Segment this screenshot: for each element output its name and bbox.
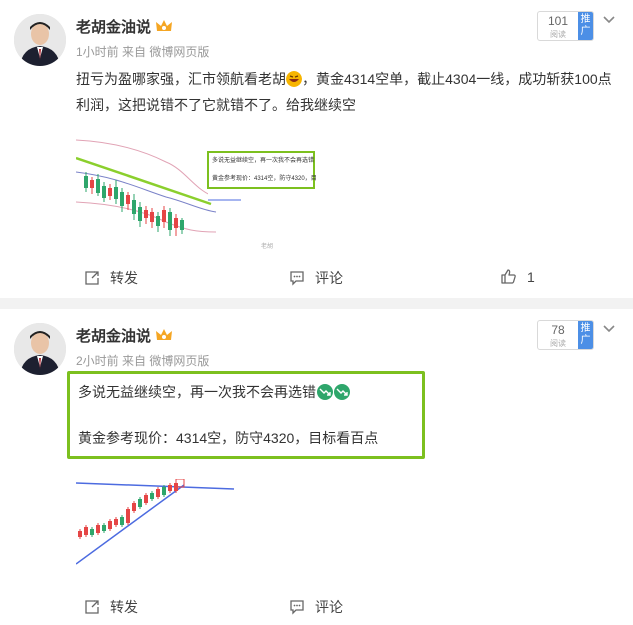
- repost-icon: [85, 600, 99, 614]
- username-text[interactable]: 老胡金油说: [76, 19, 151, 36]
- avatar[interactable]: [14, 14, 66, 66]
- username[interactable]: 老胡金油说: [76, 16, 173, 37]
- username[interactable]: 老胡金油说: [76, 325, 173, 346]
- chevron-down-icon[interactable]: [602, 322, 616, 336]
- views-label: 阅读: [550, 339, 566, 348]
- vip-crown-icon: [156, 20, 173, 31]
- trend-down-icon: [317, 384, 333, 400]
- post-image-thumbnail[interactable]: 多说无益继续空，再一次我不会再选错 黄金参考现价：4314空，防守4320，目标…: [76, 132, 316, 252]
- comment-icon: [290, 600, 304, 615]
- comment-button[interactable]: 评论: [289, 597, 343, 617]
- like-icon: [501, 269, 516, 284]
- views-label: 阅读: [550, 30, 566, 39]
- thumbnail-line2: 黄金参考现价：4314空，防守4320，目标看百点: [212, 174, 316, 182]
- promote-button[interactable]: 推广: [578, 12, 593, 40]
- comment-label: 评论: [315, 270, 343, 286]
- thumbnail-line1: 多说无益继续空，再一次我不会再选错: [212, 156, 314, 164]
- repost-label: 转发: [110, 270, 138, 286]
- repost-icon: [85, 271, 99, 285]
- post-meta: 2小时前 来自 微博网页版: [76, 354, 210, 368]
- like-count: 1: [527, 268, 535, 285]
- views-counter: 78 阅读 推广: [537, 320, 594, 350]
- repost-button[interactable]: 转发: [84, 597, 138, 617]
- promote-button[interactable]: 推广: [578, 321, 593, 349]
- candlestick-chart-image: [76, 479, 246, 581]
- laugh-emoji-icon: [286, 71, 302, 87]
- post-text: 扭亏为盈哪家强，汇市领航看老胡 ，黄金4314空单，截止4304一线，成功斩获10…: [76, 66, 621, 118]
- username-text[interactable]: 老胡金油说: [76, 328, 151, 345]
- like-button[interactable]: 1: [500, 268, 535, 285]
- quote-line-2: 黄金参考现价：4314空，防守4320，目标看百点: [78, 430, 379, 446]
- views-counter: 101 阅读 推广: [537, 11, 594, 41]
- comment-icon: [290, 271, 304, 286]
- chevron-down-icon[interactable]: [602, 13, 616, 27]
- weibo-post-2: 老胡金油说 2小时前 来自 微博网页版 78 阅读 推广 多说无益继续空，再一次…: [0, 309, 633, 625]
- post-meta: 1小时前 来自 微博网页版: [76, 45, 210, 59]
- vip-crown-icon: [156, 329, 173, 340]
- weibo-post-1: 老胡金油说 1小时前 来自 微博网页版 101 阅读 推广 扭亏为盈哪家强，汇市…: [0, 0, 633, 298]
- post-divider: [0, 298, 633, 309]
- comment-button[interactable]: 评论: [289, 268, 343, 288]
- views-count: 101: [547, 14, 569, 28]
- trend-down-icon: [334, 384, 350, 400]
- repost-label: 转发: [110, 599, 138, 615]
- thumbnail-watermark: 老胡: [261, 242, 273, 250]
- quote-line-1: 多说无益继续空，再一次我不会再选错: [78, 382, 350, 402]
- avatar[interactable]: [14, 323, 66, 375]
- candlestick-chart-image: 多说无益继续空，再一次我不会再选错 黄金参考现价：4314空，防守4320，目标…: [76, 132, 316, 252]
- quote-line-1-text: 多说无益继续空，再一次我不会再选错: [78, 384, 316, 400]
- views-count: 78: [551, 323, 565, 337]
- repost-button[interactable]: 转发: [84, 268, 138, 288]
- post-text-part1: 扭亏为盈哪家强，汇市领航看老胡: [76, 71, 286, 87]
- post-image-thumbnail[interactable]: [76, 479, 246, 581]
- comment-label: 评论: [315, 599, 343, 615]
- highlighted-quote: 多说无益继续空，再一次我不会再选错 黄金参考现价：4314空，防守4320，目标…: [67, 371, 425, 459]
